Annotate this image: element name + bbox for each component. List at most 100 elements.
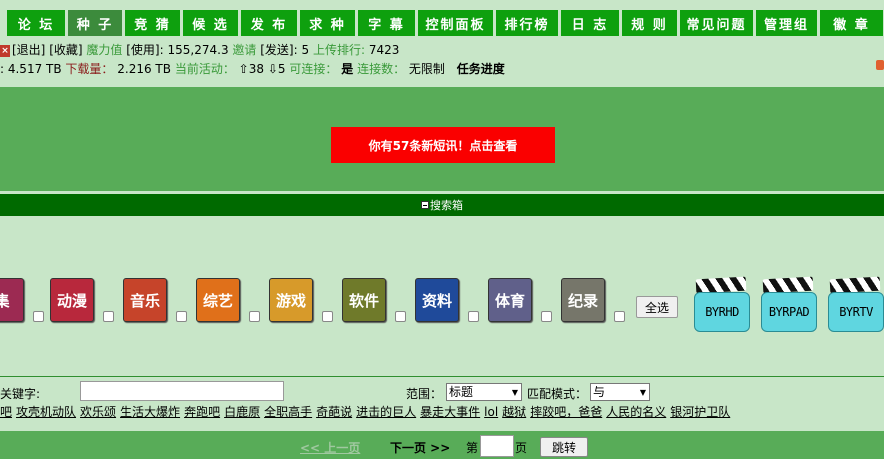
clapboard-icon[interactable]: BYRPAD <box>761 276 817 332</box>
search-box-title: 搜索箱 <box>430 199 463 212</box>
category-icon[interactable]: 动漫 <box>50 278 94 322</box>
category-icon[interactable]: 软件 <box>342 278 386 322</box>
info-line-1: × [退出] [收藏] 魔力值 [使用]: 155,274.3 邀请 [发送]: … <box>0 41 399 58</box>
clapboard-label: BYRHD <box>694 292 750 332</box>
upload-rank-label: 上传排行: <box>312 43 366 57</box>
hot-keyword-link[interactable]: 暴走大事件 <box>420 405 480 419</box>
nav-item[interactable]: 徽 章 <box>820 10 884 36</box>
category-checkbox[interactable] <box>614 311 625 322</box>
clapboard-icon[interactable]: BYRTV <box>828 276 884 332</box>
bonus-value: 155,274.3 <box>167 43 229 57</box>
hot-keyword-link[interactable]: 欢乐颂 <box>80 405 116 419</box>
match-mode-label: 匹配模式： <box>527 387 588 401</box>
invite-value: 5 <box>301 43 310 57</box>
hot-keyword-link[interactable]: 进击的巨人 <box>356 405 416 419</box>
hot-keywords: 吧攻壳机动队 欢乐颂 生活大爆炸 奔跑吧 白鹿原 全职高手 奇葩说 进击的巨人 暴走大事件 lol… <box>0 403 734 420</box>
hot-keyword-link[interactable]: lol <box>484 405 498 419</box>
nav-item[interactable]: 候 选 <box>183 10 239 36</box>
clapboard-top <box>829 276 881 294</box>
category-checkbox[interactable] <box>103 311 114 322</box>
upload-rank-value: 7423 <box>368 43 400 57</box>
leeching-count: 5 <box>277 62 286 76</box>
use-bonus-link[interactable]: [使用]: <box>126 43 163 57</box>
connections-label: 连接数： <box>357 62 406 76</box>
pager: << 上一页 下一页 >> 第 页 跳转 <box>0 431 884 459</box>
category-icon[interactable]: 体育 <box>488 278 532 322</box>
nav-item[interactable]: 常见问题 <box>680 10 754 36</box>
hot-keyword-link[interactable]: 生活大爆炸 <box>120 405 180 419</box>
nav-item[interactable]: 排行榜 <box>496 10 559 36</box>
category-checkbox[interactable] <box>541 311 552 322</box>
nav-item[interactable]: 控制面板 <box>418 10 494 36</box>
collapse-icon[interactable] <box>421 201 429 209</box>
category-checkbox[interactable] <box>395 311 406 322</box>
rss-icon[interactable] <box>876 60 884 70</box>
hot-keyword-link[interactable]: 奔跑吧 <box>184 405 220 419</box>
hot-keyword-link[interactable]: 人民的名义 <box>606 405 666 419</box>
keyword-label: 关键字: <box>0 387 41 401</box>
seeding-icon: ⇧ <box>238 62 249 76</box>
page-number-input[interactable] <box>480 435 514 457</box>
news-band: 你有57条新短讯！点击查看 <box>0 87 884 191</box>
nav-item[interactable]: 论 坛 <box>7 10 66 36</box>
nav-item[interactable]: 管理组 <box>756 10 818 36</box>
category-checkbox[interactable] <box>468 311 479 322</box>
match-mode-select[interactable]: 与 <box>590 383 650 401</box>
favorites-link[interactable]: [收藏] <box>49 43 82 57</box>
active-label: 当前活动： <box>174 62 235 76</box>
keyword-row: 关键字: 范围： 标题 匹配模式： 与 吧攻壳机动队欢乐颂生活大爆炸奔跑吧白鹿原… <box>0 376 884 426</box>
clapboard-top <box>695 276 747 294</box>
category-checkbox[interactable] <box>249 311 260 322</box>
hot-keyword-link[interactable]: 攻壳机动队 <box>16 405 76 419</box>
nav-item[interactable]: 种 子 <box>68 10 123 36</box>
clapboard-icon[interactable]: BYRHD <box>694 276 750 332</box>
hot-keyword-link[interactable]: 奇葩说 <box>316 405 352 419</box>
task-progress-link[interactable]: 任务进度 <box>457 62 505 76</box>
page-prefix: 第 <box>466 441 479 455</box>
category-icon[interactable]: 集 <box>0 278 24 322</box>
new-messages-button[interactable]: 你有57条新短讯！点击查看 <box>331 127 555 163</box>
user-info-bar: × [退出] [收藏] 魔力值 [使用]: 155,274.3 邀请 [发送]: … <box>0 38 884 82</box>
info-line-2: : 4.517 TB 下载量： 2.216 TB 当前活动： ⇧38 ⇩5 可连… <box>0 62 505 76</box>
clapboard-label: BYRTV <box>828 292 884 332</box>
downloaded-label: 下载量： <box>65 62 114 76</box>
logout-link[interactable]: [退出] <box>12 43 45 57</box>
next-page-link[interactable]: 下一页 >> <box>390 439 450 456</box>
category-icon[interactable]: 资料 <box>415 278 459 322</box>
category-checkbox[interactable] <box>33 311 44 322</box>
category-icon[interactable]: 音乐 <box>123 278 167 322</box>
keyword-input[interactable] <box>80 381 284 401</box>
hot-keyword-link[interactable]: 全职高手 <box>264 405 312 419</box>
prev-page-link[interactable]: << 上一页 <box>300 439 360 456</box>
hot-keyword-link[interactable]: 银河护卫队 <box>670 405 730 419</box>
hot-keyword-link[interactable]: 越狱 <box>502 405 526 419</box>
nav-item[interactable]: 求 种 <box>300 10 356 36</box>
jump-button[interactable]: 跳转 <box>540 437 588 457</box>
range-select[interactable]: 标题 <box>446 383 522 401</box>
category-checkbox[interactable] <box>176 311 187 322</box>
hot-keyword-link[interactable]: 吧 <box>0 405 12 419</box>
clapboard-top <box>762 276 814 294</box>
connectable-label: 可连接： <box>289 62 338 76</box>
send-invite-link[interactable]: [发送]: <box>260 43 297 57</box>
nav-item[interactable]: 日 志 <box>561 10 620 36</box>
category-checkbox[interactable] <box>322 311 333 322</box>
nav-item[interactable]: 发 布 <box>241 10 298 36</box>
category-icon[interactable]: 游戏 <box>269 278 313 322</box>
hot-keyword-link[interactable]: 摔跤吧，爸爸 <box>530 405 602 419</box>
search-box-header[interactable]: 搜索箱 <box>0 194 884 216</box>
category-panel: 全选 集动漫 音乐 综艺 游戏 软件 资料 体育 纪录 BYRHD BYRPAD BYRTV <box>0 216 884 376</box>
downloaded-value: 2.216 TB <box>117 62 171 76</box>
nav-item[interactable]: 竞 猜 <box>125 10 181 36</box>
close-icon[interactable]: × <box>0 44 10 57</box>
top-nav: 论 坛种 子竞 猜候 选发 布求 种字 幕控制面板 排行榜日 志规 则常见问题 管理… <box>0 0 884 36</box>
range-label: 范围： <box>406 387 443 401</box>
nav-item[interactable]: 字 幕 <box>358 10 416 36</box>
select-all-button[interactable]: 全选 <box>636 296 678 318</box>
connections-value: 无限制 <box>408 62 445 76</box>
hot-keyword-link[interactable]: 白鹿原 <box>224 405 260 419</box>
category-icon[interactable]: 纪录 <box>561 278 605 322</box>
category-icon[interactable]: 综艺 <box>196 278 240 322</box>
nav-item[interactable]: 规 则 <box>622 10 678 36</box>
seeding-count: 38 <box>248 62 265 76</box>
